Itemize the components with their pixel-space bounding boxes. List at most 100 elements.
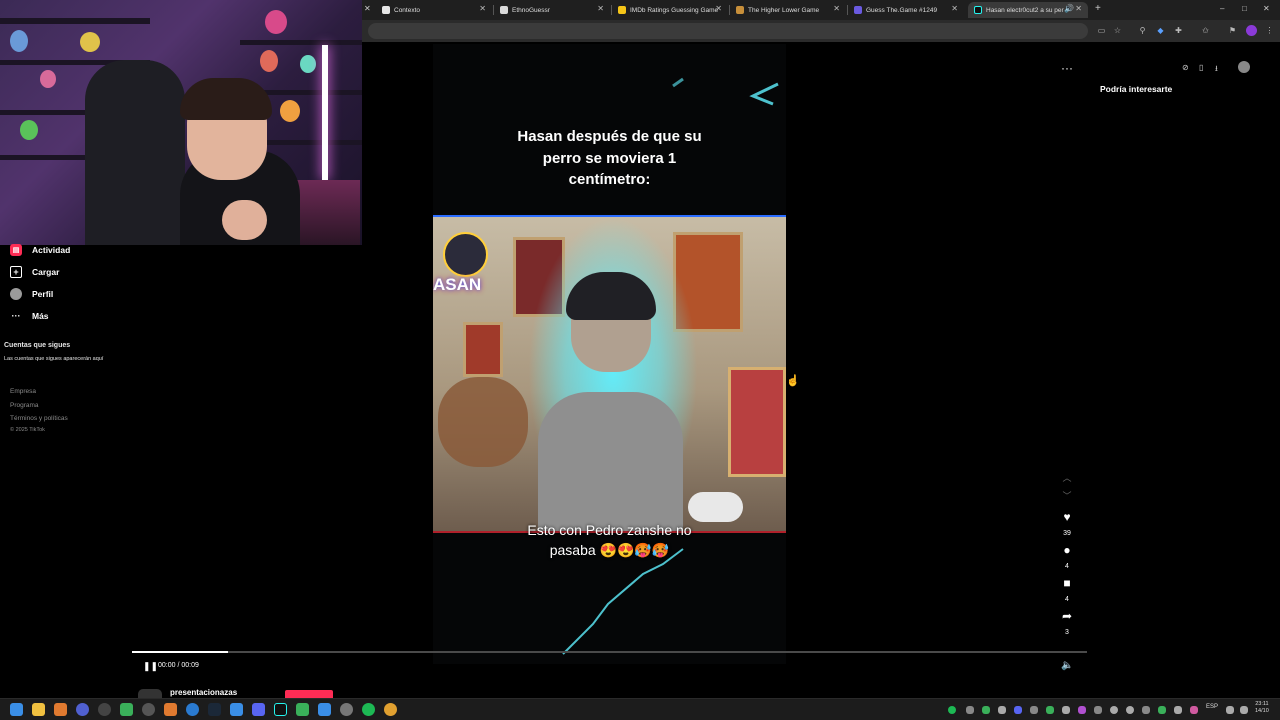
comment-count: 4 xyxy=(1065,563,1069,570)
progress-fill xyxy=(132,651,228,653)
app-icon[interactable] xyxy=(98,703,111,716)
close-icon[interactable]: ✕ xyxy=(951,4,958,13)
app-icon[interactable] xyxy=(340,703,353,716)
tab-ethnoguessr[interactable]: EthnoGuessr ✕ xyxy=(494,2,610,18)
windows-taskbar: ESP 23:11 14/10 xyxy=(0,698,1280,720)
extension-icon[interactable]: ◆ xyxy=(1155,25,1166,36)
chrome-icon[interactable] xyxy=(384,703,397,716)
tiktok-icon[interactable] xyxy=(274,703,287,716)
app-icon[interactable] xyxy=(318,703,331,716)
tray-icon[interactable] xyxy=(1062,706,1070,714)
search-icon[interactable] xyxy=(54,703,67,716)
account-name-partial[interactable]: presentacionazas xyxy=(170,688,237,698)
tray-icon[interactable] xyxy=(1126,706,1134,714)
app-icon[interactable] xyxy=(76,703,89,716)
close-icon[interactable]: ✕ xyxy=(1075,4,1082,13)
more-options-icon[interactable]: ··· xyxy=(1061,61,1073,75)
tray-icon[interactable] xyxy=(1110,706,1118,714)
profile-icon[interactable] xyxy=(1246,25,1257,36)
language-indicator[interactable]: ESP xyxy=(1206,704,1218,710)
sidebar-item-profile[interactable]: Perfil xyxy=(10,285,53,303)
clock[interactable]: 23:11 14/10 xyxy=(1255,701,1269,715)
windows-start-icon[interactable] xyxy=(10,703,23,716)
speaker-icon[interactable]: 🔊 xyxy=(1064,4,1074,13)
puzzle-icon[interactable]: ✚ xyxy=(1173,25,1184,36)
app-icon[interactable] xyxy=(186,703,199,716)
spotify-icon[interactable] xyxy=(362,703,375,716)
file-explorer-icon[interactable] xyxy=(32,703,45,716)
favorites-icon[interactable]: ✩ xyxy=(1200,25,1211,36)
browser-toolbar: ▭ ☆ ⚲ ◆ ✚ ✩ ⚑ ⋮ xyxy=(362,20,1280,42)
like-count: 39 xyxy=(1063,530,1071,537)
extension-icon[interactable]: ⚲ xyxy=(1137,25,1148,36)
pause-icon[interactable]: ❚❚ xyxy=(143,661,158,672)
footer-link-terms[interactable]: Términos y políticas xyxy=(10,415,68,422)
app-icon[interactable] xyxy=(230,703,243,716)
comment-icon[interactable]: ● xyxy=(1060,543,1074,557)
save-count: 4 xyxy=(1065,596,1069,603)
install-icon[interactable]: ▭ xyxy=(1096,25,1107,36)
app-icon[interactable] xyxy=(164,703,177,716)
steam-icon[interactable] xyxy=(208,703,221,716)
video-frame-content: ASAN xyxy=(433,215,786,533)
tab-close-icon[interactable]: ✕ xyxy=(364,4,371,13)
bookmark-icon[interactable]: ■ xyxy=(1060,576,1074,590)
discord-icon[interactable] xyxy=(252,703,265,716)
sidebar-item-upload[interactable]: + Cargar xyxy=(10,263,59,281)
volume-icon[interactable]: 🔈 xyxy=(1061,660,1073,671)
new-tab-button[interactable]: + xyxy=(1095,3,1101,14)
address-bar[interactable] xyxy=(368,23,1088,39)
tray-icon[interactable] xyxy=(1014,706,1022,714)
close-window-button[interactable]: ✕ xyxy=(1263,4,1270,13)
user-avatar[interactable] xyxy=(1238,61,1250,73)
tray-icon[interactable] xyxy=(1046,706,1054,714)
app-icon[interactable] xyxy=(120,703,133,716)
sidebar-item-label: Más xyxy=(32,311,49,321)
like-heart-icon[interactable]: ♥ xyxy=(1060,510,1074,524)
tray-icon[interactable] xyxy=(1030,706,1038,714)
tray-icon[interactable] xyxy=(1094,706,1102,714)
tray-icon[interactable] xyxy=(966,706,974,714)
browser-tab-strip: ✕ Contexto ✕ EthnoGuessr ✕ IMDb Ratings … xyxy=(362,0,1280,20)
download-icon[interactable]: ⭳ xyxy=(1215,63,1227,73)
maximize-button[interactable]: □ xyxy=(1242,4,1247,13)
tray-icon[interactable] xyxy=(998,706,1006,714)
microphone-icon[interactable] xyxy=(1190,706,1198,714)
tab-contexto[interactable]: Contexto ✕ xyxy=(376,2,492,18)
follow-button[interactable] xyxy=(285,690,333,698)
device-icon[interactable]: ▯ xyxy=(1199,63,1211,73)
menu-kebab-icon[interactable]: ⋮ xyxy=(1264,25,1275,36)
close-icon[interactable]: ✕ xyxy=(833,4,840,13)
minimize-button[interactable]: – xyxy=(1220,4,1224,13)
tray-icon[interactable] xyxy=(1158,706,1166,714)
tab-higher-lower[interactable]: The Higher Lower Game ✕ xyxy=(730,2,846,18)
tab-guess-the-game[interactable]: Guess The.Game #1249 ✕ xyxy=(848,2,964,18)
progress-bar[interactable] xyxy=(132,651,1087,653)
tray-icon[interactable] xyxy=(1174,706,1182,714)
tab-tiktok-active[interactable]: Hasan electr0cut2 a su per 🔊 ✕ xyxy=(968,2,1088,18)
close-icon[interactable]: ✕ xyxy=(597,4,604,13)
footer-link-program[interactable]: Programa xyxy=(10,402,39,409)
tray-icon[interactable] xyxy=(982,706,990,714)
chevron-up-icon[interactable]: ︿ xyxy=(1060,470,1074,484)
extension-icon[interactable]: ⚑ xyxy=(1227,25,1238,36)
favicon-icon xyxy=(500,6,508,14)
tray-icon[interactable] xyxy=(1142,706,1150,714)
chevron-down-icon[interactable]: ﹀ xyxy=(1060,488,1074,502)
share-icon[interactable]: ➦ xyxy=(1060,609,1074,623)
footer-link-company[interactable]: Empresa xyxy=(10,388,36,395)
volume-tray-icon[interactable] xyxy=(1240,706,1248,714)
tray-icon[interactable] xyxy=(948,706,956,714)
network-icon[interactable] xyxy=(1226,706,1234,714)
bookmark-star-icon[interactable]: ☆ xyxy=(1112,25,1123,36)
close-icon[interactable]: ✕ xyxy=(479,4,486,13)
sidebar-item-more[interactable]: ··· Más xyxy=(10,307,49,325)
close-icon[interactable]: ✕ xyxy=(715,4,722,13)
tab-imdb[interactable]: IMDb Ratings Guessing Game ✕ xyxy=(612,2,728,18)
obs-icon[interactable] xyxy=(142,703,155,716)
tray-icon[interactable] xyxy=(1078,706,1086,714)
sidebar-item-activity[interactable]: ▤ Actividad xyxy=(10,241,70,259)
settings-icon[interactable]: ⊘ xyxy=(1182,63,1194,73)
cursor-hand-icon: ☝ xyxy=(786,375,800,387)
app-icon[interactable] xyxy=(296,703,309,716)
